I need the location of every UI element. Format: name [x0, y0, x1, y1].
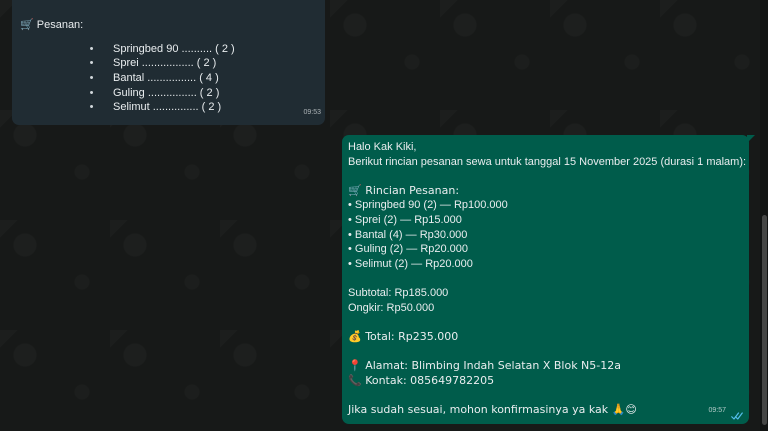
incoming-message-bubble[interactable]: … 🛒 Pesanan: • Springbed 90 .......... (…: [12, 0, 325, 125]
order-item-text: Selimut ............... ( 2 ): [113, 101, 222, 114]
message-line: [348, 388, 743, 403]
message-line: • Springbed 90 (2) — Rp100.000: [348, 199, 508, 212]
scrollbar[interactable]: [760, 0, 768, 431]
list-item: • Guling ................ ( 2 ): [20, 86, 317, 101]
message-line: Subtotal: Rp185.000: [348, 286, 449, 299]
message-time: 09:57: [708, 407, 726, 415]
list-item: • Bantal ................ ( 4 ): [20, 71, 317, 86]
message-line: [348, 315, 743, 330]
message-line: Halo Kak Kiki,: [348, 141, 417, 153]
order-item-text: Springbed 90 .......... ( 2 ): [113, 42, 235, 55]
message-line: [348, 169, 743, 184]
message-line: • Selimut (2) — Rp20.000: [348, 257, 473, 270]
message-line: 🛒 Rincian Pesanan:: [348, 183, 460, 197]
message-line: Jika sudah sesuai, mohon konfirmasinya y…: [348, 402, 637, 416]
message-line: • Guling (2) — Rp20.000: [348, 243, 469, 256]
message-line: [348, 344, 743, 359]
message-line: • Bantal (4) — Rp30.000: [348, 228, 468, 241]
message-time: 09:53: [303, 109, 321, 117]
order-list: • Springbed 90 .......... ( 2 ) • Sprei …: [20, 42, 317, 115]
scrollbar-thumb[interactable]: [762, 215, 767, 425]
order-title: 🛒 Pesanan:: [20, 19, 84, 31]
message-line: [348, 271, 743, 286]
message-line: 💰 Total: Rp235.000: [348, 329, 459, 343]
double-check-icon: [731, 412, 743, 420]
order-item-text: Guling ................ ( 2 ): [113, 86, 220, 99]
message-line: 📞 Kontak: 085649782205: [348, 373, 495, 387]
message-line: Berikut rincian pesanan sewa untuk tangg…: [348, 155, 747, 168]
list-item: • Selimut ............... ( 2 ): [20, 100, 317, 115]
message-line: • Sprei (2) — Rp15.000: [348, 213, 462, 226]
list-item: • Sprei ................. ( 2 ): [20, 56, 317, 71]
list-item: • Springbed 90 .......... ( 2 ): [20, 42, 317, 57]
outgoing-message-bubble[interactable]: Halo Kak Kiki, Berikut rincian pesanan s…: [342, 135, 755, 424]
message-line: 📍 Alamat: Blimbing Indah Selatan X Blok …: [348, 358, 621, 372]
order-item-text: Bantal ................ ( 4 ): [113, 71, 219, 84]
order-item-text: Sprei ................. ( 2 ): [113, 57, 217, 70]
message-line: Ongkir: Rp50.000: [348, 301, 435, 314]
chat-panel: … 🛒 Pesanan: • Springbed 90 .......... (…: [0, 0, 768, 431]
